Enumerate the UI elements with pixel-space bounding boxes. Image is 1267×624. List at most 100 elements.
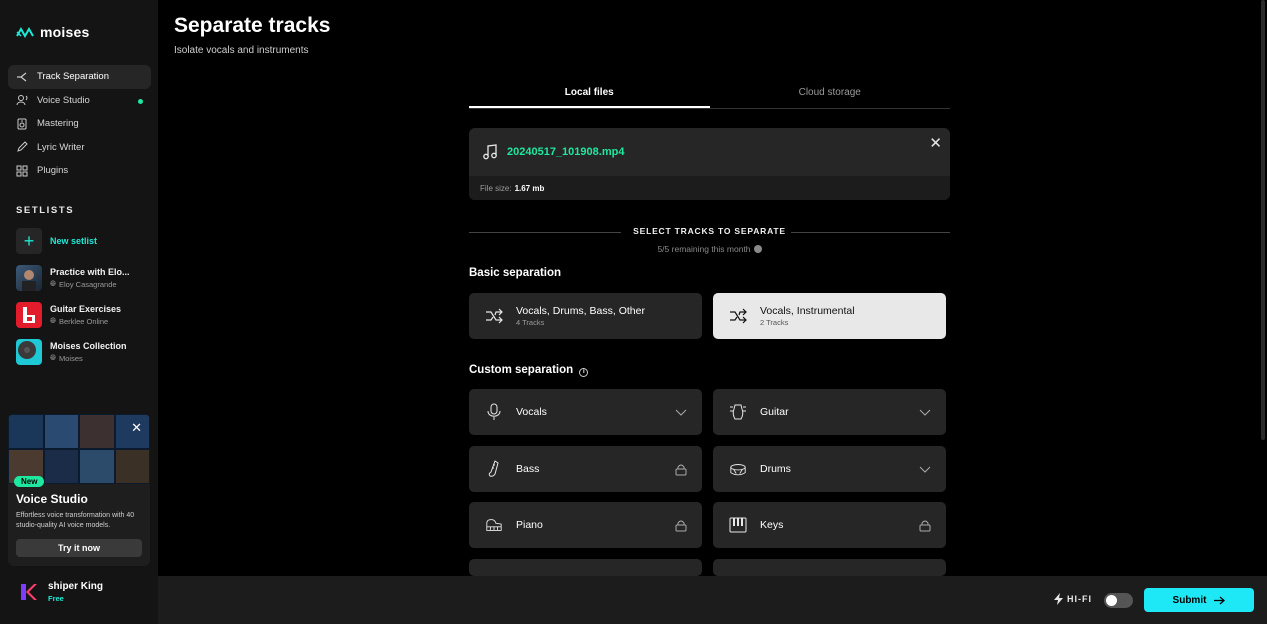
hifi-label: HI-FI bbox=[1054, 593, 1092, 605]
speaker-icon bbox=[16, 118, 28, 130]
setlist-owner: Moises bbox=[59, 353, 83, 363]
file-name: 20240517_101908.mp4 bbox=[507, 146, 625, 158]
setlist-thumbnail bbox=[16, 265, 42, 291]
setlist-thumbnail bbox=[16, 339, 42, 365]
lightning-icon bbox=[1054, 593, 1063, 605]
option-label: Guitar bbox=[760, 406, 789, 418]
split-icon bbox=[16, 71, 28, 83]
setlist-item[interactable]: Guitar Exercises 🌐︎ Berklee Online bbox=[16, 302, 121, 328]
remove-file-close-icon[interactable]: ✕ bbox=[929, 134, 942, 152]
source-tabs: Local files Cloud storage bbox=[469, 82, 950, 109]
arrow-right-icon bbox=[1214, 596, 1226, 604]
tab-cloud-storage[interactable]: Cloud storage bbox=[710, 82, 951, 108]
try-it-now-button[interactable]: Try it now bbox=[16, 539, 142, 557]
page-title: Separate tracks bbox=[174, 14, 331, 37]
lock-icon bbox=[674, 518, 688, 532]
option-track-count: 2 Tracks bbox=[760, 318, 789, 327]
lock-icon bbox=[674, 462, 688, 476]
promo-description: Effortless voice transformation with 40 … bbox=[16, 512, 135, 529]
lock-icon bbox=[918, 518, 932, 532]
guitar-icon bbox=[729, 403, 747, 421]
select-tracks-heading: SELECT TRACKS TO SEPARATE bbox=[633, 226, 786, 236]
close-icon[interactable]: ✕ bbox=[131, 420, 142, 436]
chevron-down-icon[interactable] bbox=[674, 405, 688, 419]
pen-icon bbox=[16, 141, 28, 153]
option-label: Vocals, Instrumental bbox=[760, 305, 855, 317]
setlists-heading: SETLISTS bbox=[16, 205, 75, 216]
split-icon bbox=[485, 307, 503, 325]
option-vocals-drums-bass-other[interactable]: Vocals, Drums, Bass, Other 4 Tracks bbox=[469, 293, 702, 339]
submit-button[interactable]: Submit bbox=[1144, 588, 1254, 612]
sidebar-item-label: Voice Studio bbox=[37, 94, 90, 106]
sidebar-item-lyric-writer[interactable]: Lyric Writer bbox=[8, 136, 151, 160]
grid-icon bbox=[16, 165, 28, 177]
option-label: Drums bbox=[760, 463, 791, 475]
split-icon bbox=[729, 307, 747, 325]
setlist-title: Practice with Elo... bbox=[50, 267, 130, 277]
music-note-icon bbox=[483, 144, 497, 160]
piano-icon bbox=[485, 516, 503, 534]
globe-icon: 🌐︎ bbox=[50, 353, 56, 362]
user-plan: Free bbox=[48, 594, 64, 603]
setlist-owner: Eloy Casagrande bbox=[59, 279, 117, 289]
hifi-toggle[interactable] bbox=[1104, 593, 1133, 608]
remaining-quota: 5/5 remaining this month bbox=[469, 244, 950, 254]
option-guitar[interactable]: Guitar bbox=[713, 389, 946, 435]
sidebar-item-mastering[interactable]: Mastering bbox=[8, 112, 151, 136]
option-partial[interactable] bbox=[713, 559, 946, 576]
plus-icon: + bbox=[16, 228, 42, 254]
setlist-owner: Berklee Online bbox=[59, 316, 109, 326]
file-size-label: File size: bbox=[480, 183, 512, 193]
option-vocals[interactable]: Vocals bbox=[469, 389, 702, 435]
scrollbar[interactable] bbox=[1261, 0, 1265, 440]
sidebar-nav: Track Separation Voice Studio Mastering … bbox=[8, 65, 151, 183]
moises-logo[interactable]: moises bbox=[16, 24, 89, 40]
bottom-action-bar: HI-FI Submit bbox=[158, 576, 1267, 624]
new-indicator-dot bbox=[138, 98, 143, 104]
option-keys[interactable]: Keys bbox=[713, 502, 946, 548]
chevron-down-icon[interactable] bbox=[918, 462, 932, 476]
user-profile[interactable]: shiper King Free bbox=[18, 581, 103, 603]
bass-icon bbox=[485, 460, 503, 478]
main-content: Separate tracks Isolate vocals and instr… bbox=[158, 0, 1267, 576]
option-drums[interactable]: Drums bbox=[713, 446, 946, 492]
new-setlist-button[interactable]: + New setlist bbox=[16, 228, 97, 254]
sidebar-item-plugins[interactable]: Plugins bbox=[8, 159, 151, 183]
setlist-item[interactable]: Moises Collection 🌐︎ Moises bbox=[16, 339, 127, 365]
sidebar-item-label: Lyric Writer bbox=[37, 141, 85, 153]
globe-icon: 🌐︎ bbox=[50, 316, 56, 325]
option-partial[interactable] bbox=[469, 559, 702, 576]
chevron-down-icon[interactable] bbox=[918, 405, 932, 419]
logo-text: moises bbox=[40, 24, 90, 40]
avatar bbox=[21, 584, 37, 600]
promo-title: Voice Studio bbox=[16, 492, 88, 506]
tab-local-files[interactable]: Local files bbox=[469, 82, 710, 108]
info-icon[interactable] bbox=[753, 245, 762, 253]
moises-logo-icon bbox=[16, 26, 34, 38]
option-bass[interactable]: Bass bbox=[469, 446, 702, 492]
page-subtitle: Isolate vocals and instruments bbox=[174, 45, 309, 56]
option-piano[interactable]: Piano bbox=[469, 502, 702, 548]
file-size-value: 1.67 mb bbox=[514, 183, 545, 193]
option-label: Piano bbox=[516, 519, 543, 531]
user-name: shiper King bbox=[48, 581, 104, 592]
option-vocals-instrumental[interactable]: Vocals, Instrumental 2 Tracks bbox=[713, 293, 946, 339]
sidebar-item-label: Plugins bbox=[37, 165, 69, 177]
keys-icon bbox=[729, 516, 747, 534]
option-label: Keys bbox=[760, 519, 784, 531]
setlist-item[interactable]: Practice with Elo... 🌐︎ Eloy Casagrande bbox=[16, 265, 130, 291]
new-badge: New bbox=[14, 476, 45, 487]
option-track-count: 4 Tracks bbox=[516, 318, 545, 327]
setlist-thumbnail bbox=[16, 302, 42, 328]
sidebar-item-voice-studio[interactable]: Voice Studio bbox=[8, 89, 151, 113]
setlist-title: Moises Collection bbox=[50, 341, 127, 351]
voice-icon bbox=[16, 94, 28, 106]
setlist-title: Guitar Exercises bbox=[50, 304, 122, 314]
promo-image bbox=[8, 414, 150, 484]
option-label: Vocals bbox=[516, 406, 547, 418]
sidebar-item-label: Mastering bbox=[37, 118, 79, 130]
info-icon[interactable]: i bbox=[579, 368, 589, 377]
sidebar-item-label: Track Separation bbox=[37, 71, 109, 83]
sidebar: moises Track Separation Voice Studio Mas… bbox=[0, 0, 158, 624]
sidebar-item-track-separation[interactable]: Track Separation bbox=[8, 65, 151, 89]
